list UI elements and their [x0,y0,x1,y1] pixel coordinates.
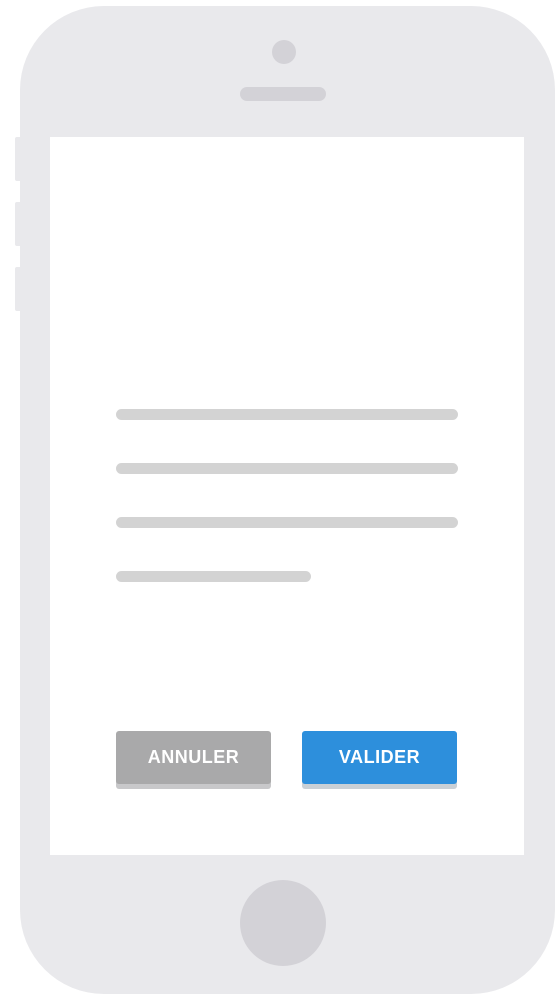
phone-mockup: ANNULER VALIDER [0,0,555,994]
placeholder-text-line [116,571,311,582]
cancel-button[interactable]: ANNULER [116,731,271,784]
home-button[interactable] [240,880,326,966]
placeholder-text-line [116,463,458,474]
phone-screen: ANNULER VALIDER [50,137,524,855]
front-camera-icon [272,40,296,64]
earpiece-speaker-icon [240,87,326,101]
phone-body: ANNULER VALIDER [20,6,555,994]
validate-button[interactable]: VALIDER [302,731,457,784]
placeholder-text-line [116,409,458,420]
placeholder-text-line [116,517,458,528]
